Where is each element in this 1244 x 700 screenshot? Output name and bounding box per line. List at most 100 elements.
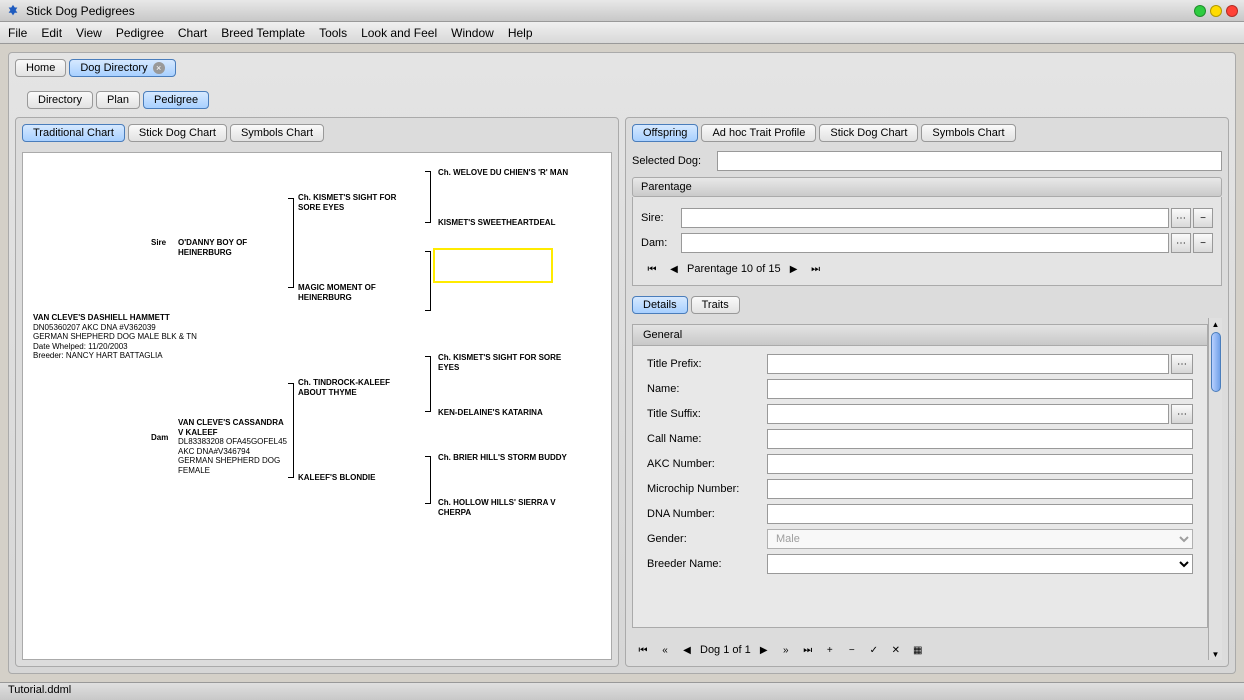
maximize-button[interactable] xyxy=(1210,5,1222,17)
sire-field-label: Sire: xyxy=(641,212,681,224)
breeder-select[interactable] xyxy=(767,554,1193,574)
g4-6: KEN-DELAINE'S KATARINA xyxy=(438,408,578,418)
scroll-thumb[interactable] xyxy=(1211,332,1221,392)
scroll-up-icon[interactable]: ▲ xyxy=(1210,318,1222,330)
dog-nav-next-page-icon[interactable]: » xyxy=(777,642,795,658)
nav-prev-icon[interactable]: ◀ xyxy=(665,261,683,277)
dog-nav-last-icon[interactable]: ⏭ xyxy=(799,642,817,658)
close-icon[interactable]: × xyxy=(153,62,165,74)
dam-lookup-button[interactable]: ⋯ xyxy=(1171,233,1191,253)
close-button[interactable] xyxy=(1226,5,1238,17)
menubar: File Edit View Pedigree Chart Breed Temp… xyxy=(0,22,1244,44)
dam-dam: KALEEF'S BLONDIE xyxy=(298,473,418,483)
dog-cancel-icon[interactable]: ✕ xyxy=(887,642,905,658)
minimize-button[interactable] xyxy=(1194,5,1206,17)
name-input[interactable] xyxy=(767,379,1193,399)
tab-stick-dog-chart[interactable]: Stick Dog Chart xyxy=(128,124,227,142)
selected-dog-label: Selected Dog: xyxy=(632,155,717,167)
dog-grid-icon[interactable]: ▦ xyxy=(909,642,927,658)
menu-edit[interactable]: Edit xyxy=(41,26,62,40)
dog-confirm-icon[interactable]: ✓ xyxy=(865,642,883,658)
call-name-input[interactable] xyxy=(767,429,1193,449)
tab-stick-dog-chart-r[interactable]: Stick Dog Chart xyxy=(819,124,918,142)
app-icon xyxy=(6,4,20,18)
g4-7: Ch. BRIER HILL'S STORM BUDDY xyxy=(438,453,578,463)
nav-first-icon[interactable]: ⏮ xyxy=(643,261,661,277)
dam-sire: Ch. TINDROCK-KALEEF ABOUT THYME xyxy=(298,378,418,397)
tab-directory[interactable]: Directory xyxy=(27,91,93,109)
parentage-nav-text: Parentage 10 of 15 xyxy=(687,263,781,275)
menu-window[interactable]: Window xyxy=(451,26,494,40)
right-tabs: Offspring Ad hoc Trait Profile Stick Dog… xyxy=(632,124,1222,142)
tab-pedigree[interactable]: Pedigree xyxy=(143,91,209,109)
microchip-input[interactable] xyxy=(767,479,1193,499)
dam-input[interactable] xyxy=(681,233,1169,253)
g4-2: KISMET'S SWEETHEARTDEAL xyxy=(438,218,578,228)
subject-whelped: Date Whelped: 11/20/2003 xyxy=(33,342,213,352)
g4-5: Ch. KISMET'S SIGHT FOR SORE EYES xyxy=(438,353,578,372)
dog-nav-prev-icon[interactable]: ◀ xyxy=(678,642,696,658)
tab-home[interactable]: Home xyxy=(15,59,66,77)
menu-breed-template[interactable]: Breed Template xyxy=(221,26,305,40)
detail-tabs: Details Traits xyxy=(632,296,1222,314)
akc-number-input[interactable] xyxy=(767,454,1193,474)
scroll-down-icon[interactable]: ▼ xyxy=(1210,648,1222,660)
menu-view[interactable]: View xyxy=(76,26,102,40)
tab-offspring[interactable]: Offspring xyxy=(632,124,698,142)
nav-next-icon[interactable]: ▶ xyxy=(785,261,803,277)
menu-look-and-feel[interactable]: Look and Feel xyxy=(361,26,437,40)
tab-symbols-chart-r[interactable]: Symbols Chart xyxy=(921,124,1015,142)
dam-name: VAN CLEVE'S CASSANDRA V KALEEF xyxy=(178,418,288,437)
title-prefix-input[interactable] xyxy=(767,354,1169,374)
statusbar: Tutorial.ddml xyxy=(0,682,1244,700)
tab-traits[interactable]: Traits xyxy=(691,296,740,314)
title-suffix-lookup-button[interactable]: ⋯ xyxy=(1171,404,1193,424)
menu-tools[interactable]: Tools xyxy=(319,26,347,40)
sire-dam: MAGIC MOMENT OF HEINERBURG xyxy=(298,283,418,302)
tab-details[interactable]: Details xyxy=(632,296,688,314)
tab-traditional-chart[interactable]: Traditional Chart xyxy=(22,124,125,142)
tab-symbols-chart[interactable]: Symbols Chart xyxy=(230,124,324,142)
tab-dog-directory[interactable]: Dog Directory × xyxy=(69,59,175,77)
sub-tabs: Directory Plan Pedigree xyxy=(27,91,1229,109)
dog-nav-first-icon[interactable]: ⏮ xyxy=(634,642,652,658)
title-prefix-lookup-button[interactable]: ⋯ xyxy=(1171,354,1193,374)
main-tabs: Home Dog Directory × xyxy=(15,59,1229,77)
gender-select[interactable]: Male xyxy=(767,529,1193,549)
menu-file[interactable]: File xyxy=(8,26,27,40)
parentage-header: Parentage xyxy=(632,177,1222,197)
dam-label: Dam xyxy=(151,433,168,442)
dog-nav-prev-page-icon[interactable]: « xyxy=(656,642,674,658)
sire-sire: Ch. KISMET'S SIGHT FOR SORE EYES xyxy=(298,193,418,212)
titlebar: Stick Dog Pedigrees xyxy=(0,0,1244,22)
title-suffix-input[interactable] xyxy=(767,404,1169,424)
pedigree-chart[interactable]: VAN CLEVE'S DASHIELL HAMMETT DN05360207 … xyxy=(22,152,612,660)
selected-ancestor-box[interactable] xyxy=(433,248,553,283)
pedigree-chart-pane: Traditional Chart Stick Dog Chart Symbol… xyxy=(15,117,619,667)
tab-plan[interactable]: Plan xyxy=(96,91,140,109)
dam-remove-button[interactable]: − xyxy=(1193,233,1213,253)
sire-lookup-button[interactable]: ⋯ xyxy=(1171,208,1191,228)
general-panel: General Title Prefix:⋯ Name: Title Suffi… xyxy=(632,324,1208,628)
parentage-nav: ⏮ ◀ Parentage 10 of 15 ▶ ⏭ xyxy=(641,259,1213,279)
dog-remove-icon[interactable]: − xyxy=(843,642,861,658)
details-scrollbar[interactable]: ▲ ▼ xyxy=(1208,318,1222,660)
sire-input[interactable] xyxy=(681,208,1169,228)
nav-last-icon[interactable]: ⏭ xyxy=(807,261,825,277)
subject-breed: GERMAN SHEPHERD DOG MALE BLK & TN xyxy=(33,332,213,342)
menu-help[interactable]: Help xyxy=(508,26,533,40)
g4-1: Ch. WELOVE DU CHIEN'S 'R' MAN xyxy=(438,168,578,178)
tab-adhoc-trait[interactable]: Ad hoc Trait Profile xyxy=(701,124,816,142)
dna-number-input[interactable] xyxy=(767,504,1193,524)
details-pane: Offspring Ad hoc Trait Profile Stick Dog… xyxy=(625,117,1229,667)
menu-pedigree[interactable]: Pedigree xyxy=(116,26,164,40)
menu-chart[interactable]: Chart xyxy=(178,26,207,40)
dog-nav-next-icon[interactable]: ▶ xyxy=(755,642,773,658)
dog-add-icon[interactable]: + xyxy=(821,642,839,658)
window-title: Stick Dog Pedigrees xyxy=(26,4,135,18)
general-header: General xyxy=(633,325,1207,346)
sire-remove-button[interactable]: − xyxy=(1193,208,1213,228)
dog-nav: ⏮ « ◀ Dog 1 of 1 ▶ » ⏭ + − ✓ ✕ ▦ xyxy=(632,640,1208,660)
dog-nav-text: Dog 1 of 1 xyxy=(700,644,751,656)
status-filename: Tutorial.ddml xyxy=(8,684,71,696)
